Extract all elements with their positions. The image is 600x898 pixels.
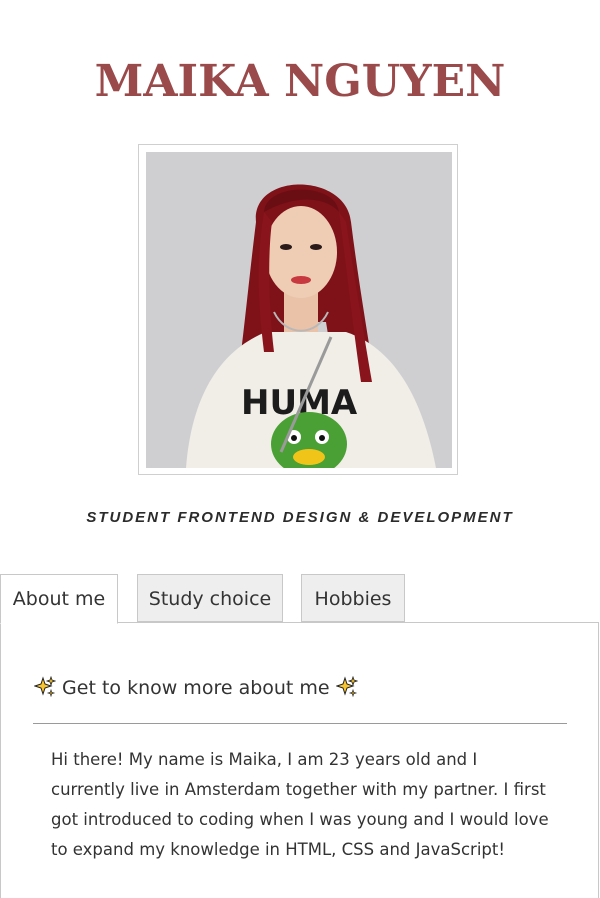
tab-hobbies[interactable]: Hobbies <box>301 574 405 622</box>
about-heading: Get to know more about me <box>34 675 358 701</box>
portrait-illustration: HUMA <box>146 152 452 468</box>
tab-about-me[interactable]: About me <box>0 574 118 624</box>
page-subtitle: STUDENT FRONTEND DESIGN & DEVELOPMENT <box>86 509 514 526</box>
sparkles-icon <box>335 676 358 698</box>
tab-study-choice[interactable]: Study choice <box>137 574 283 622</box>
about-text: Hi there! My name is Maika, I am 23 year… <box>51 750 549 859</box>
about-heading-text: Get to know more about me <box>62 677 330 699</box>
section-divider <box>33 723 567 724</box>
sparkles-icon <box>34 676 56 698</box>
page-title: MAIKA NGUYEN <box>94 56 506 107</box>
tab-bar: About me Study choice Hobbies <box>0 574 600 624</box>
about-panel: Get to know more about me Hi there! My n… <box>0 622 599 898</box>
profile-photo-frame: HUMA <box>138 144 458 475</box>
profile-photo: HUMA <box>146 152 452 468</box>
